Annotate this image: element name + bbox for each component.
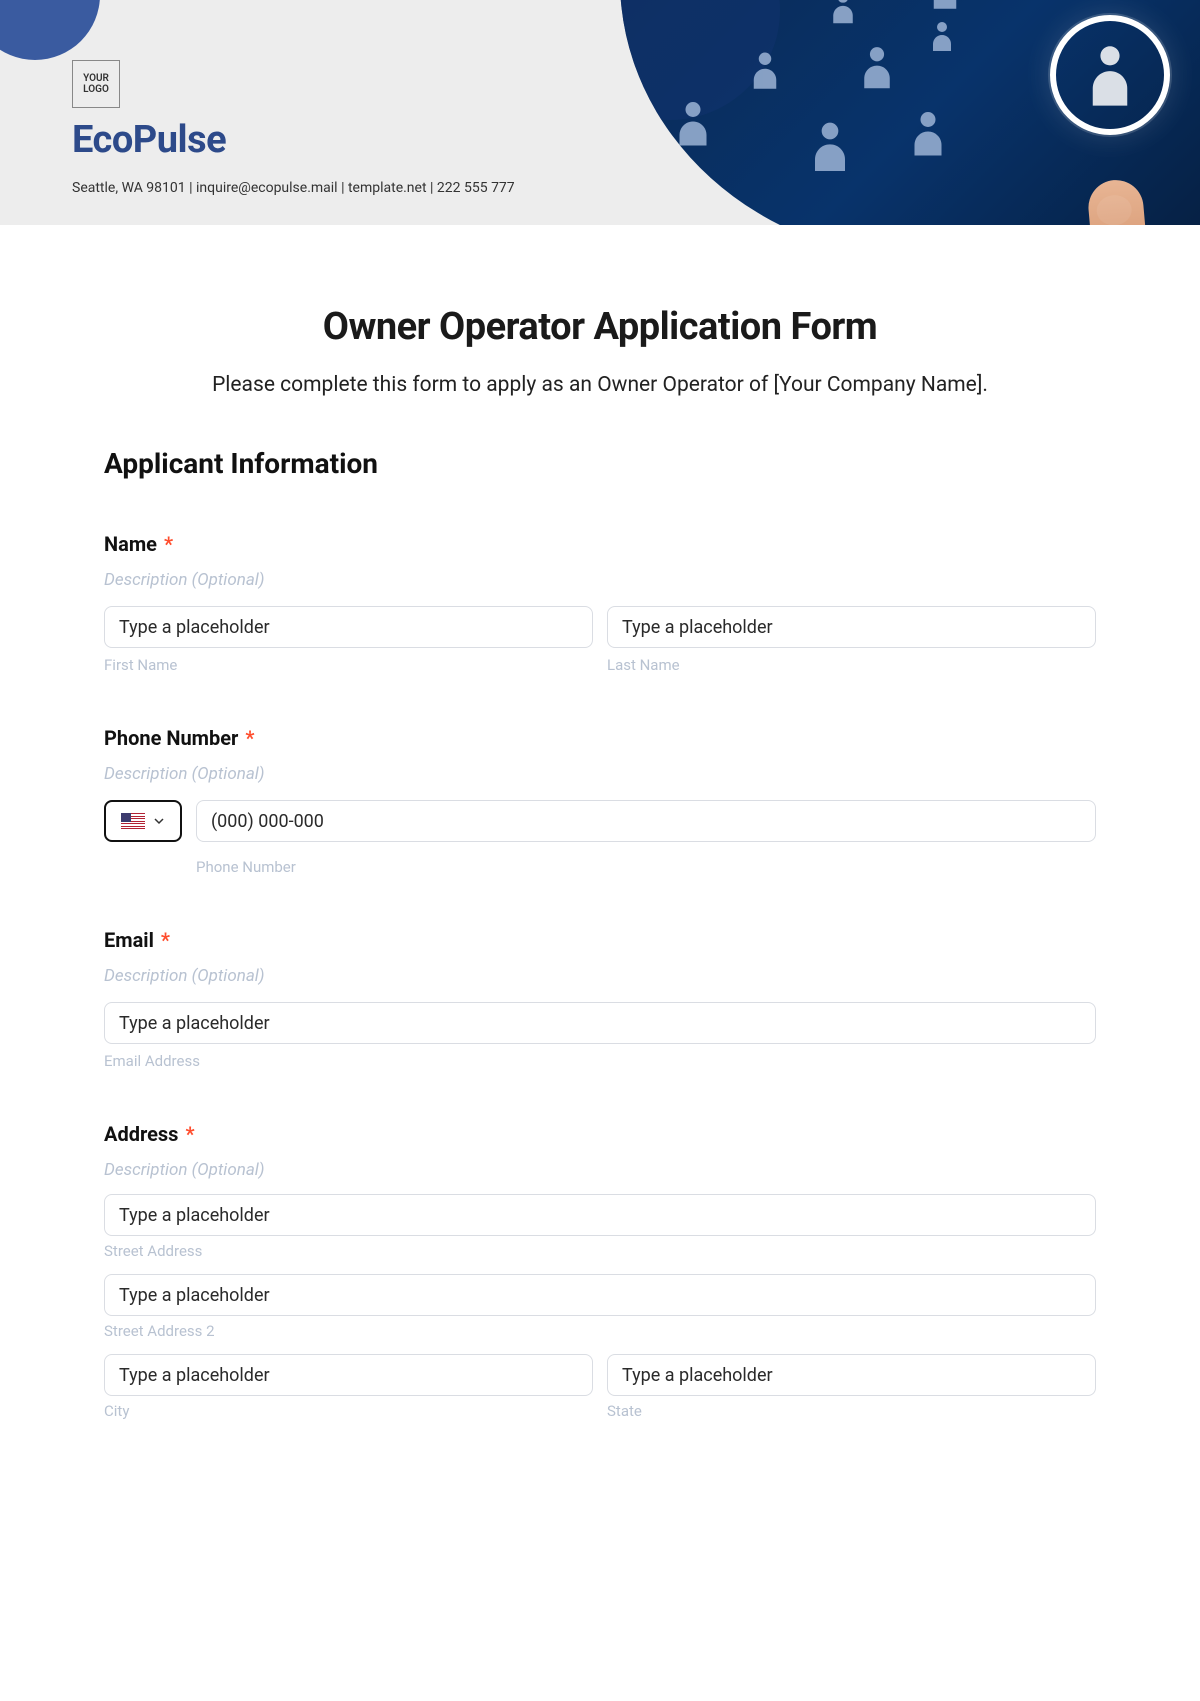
phone-description: Description (Optional) (104, 764, 1096, 784)
form-title: Owner Operator Application Form (104, 305, 1096, 349)
email-label: Email * (104, 928, 1096, 952)
section-applicant-info: Applicant Information (104, 447, 1096, 480)
street-address2-input[interactable] (104, 1274, 1096, 1316)
phone-label: Phone Number * (104, 726, 1096, 750)
phone-input[interactable] (196, 800, 1096, 842)
name-description: Description (Optional) (104, 570, 1096, 590)
hero-image (620, 0, 1200, 225)
brand-name: EcoPulse (72, 118, 515, 162)
city-input[interactable] (104, 1354, 593, 1396)
street1-sublabel: Street Address (104, 1242, 1096, 1260)
first-name-sublabel: First Name (104, 656, 593, 674)
logo-placeholder: YOUR LOGO (72, 60, 120, 108)
state-input[interactable] (607, 1354, 1096, 1396)
chevron-down-icon (153, 815, 165, 827)
address-description: Description (Optional) (104, 1160, 1096, 1180)
last-name-input[interactable] (607, 606, 1096, 648)
email-sublabel: Email Address (104, 1052, 1096, 1070)
name-label: Name * (104, 532, 1096, 556)
email-description: Description (Optional) (104, 966, 1096, 986)
us-flag-icon (121, 813, 145, 829)
phone-sublabel: Phone Number (196, 858, 1096, 876)
highlighted-person-icon (1050, 15, 1170, 135)
address-label: Address * (104, 1122, 1096, 1146)
city-sublabel: City (104, 1402, 593, 1420)
contact-line: Seattle, WA 98101 | inquire@ecopulse.mai… (72, 180, 515, 196)
form-subtitle: Please complete this form to apply as an… (104, 373, 1096, 397)
email-input[interactable] (104, 1002, 1096, 1044)
first-name-input[interactable] (104, 606, 593, 648)
country-code-select[interactable] (104, 800, 182, 842)
header-banner: YOUR LOGO EcoPulse Seattle, WA 98101 | i… (0, 0, 1200, 225)
last-name-sublabel: Last Name (607, 656, 1096, 674)
decorative-circle (0, 0, 100, 60)
street-address-input[interactable] (104, 1194, 1096, 1236)
street2-sublabel: Street Address 2 (104, 1322, 1096, 1340)
state-sublabel: State (607, 1402, 1096, 1420)
